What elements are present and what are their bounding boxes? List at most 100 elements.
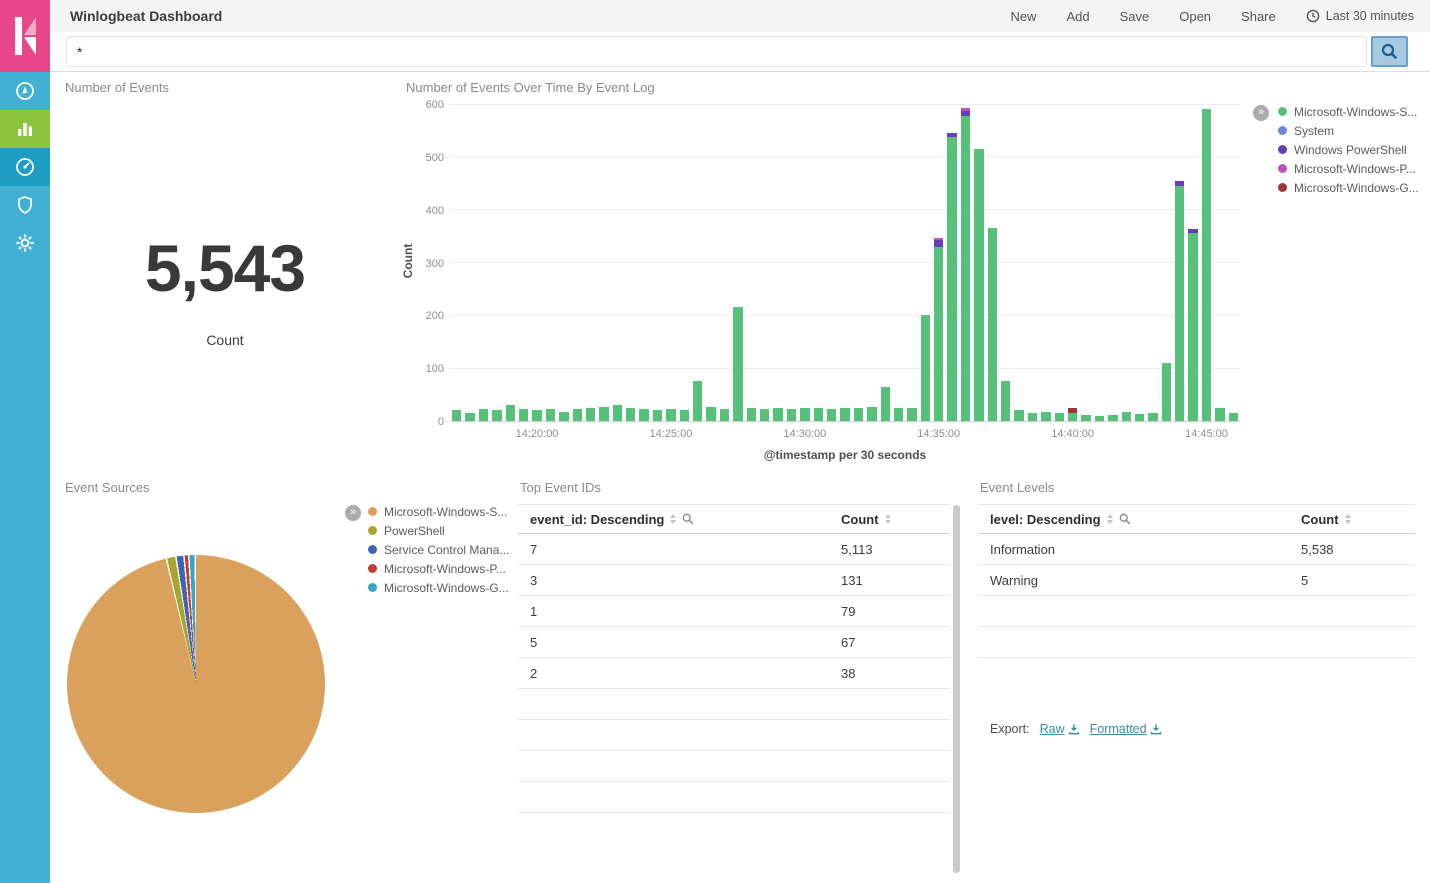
column-header-count[interactable]: Count	[1301, 512, 1339, 527]
legend-item[interactable]: Service Control Mana...	[368, 540, 509, 559]
histogram-bar[interactable]	[1041, 412, 1050, 422]
search-button[interactable]	[1371, 36, 1408, 67]
histogram-bar[interactable]	[974, 149, 983, 421]
column-header-level[interactable]: level: Descending	[990, 512, 1101, 527]
sort-icon[interactable]	[885, 514, 891, 524]
histogram-bar[interactable]	[1162, 363, 1171, 421]
legend-item[interactable]: System	[1278, 121, 1419, 140]
histogram-bar[interactable]	[1081, 415, 1090, 421]
sort-icon[interactable]	[1345, 514, 1351, 524]
histogram-bar[interactable]	[773, 408, 782, 421]
sidebar-item-settings[interactable]	[0, 224, 50, 262]
histogram-bar[interactable]	[854, 408, 863, 421]
legend-collapse-button[interactable]: »	[345, 505, 361, 521]
histogram-bar[interactable]	[867, 407, 876, 421]
histogram-bar[interactable]	[1014, 410, 1023, 421]
histogram-bar[interactable]	[1122, 412, 1131, 422]
histogram-bar[interactable]	[626, 408, 635, 421]
histogram-bar[interactable]	[961, 108, 970, 421]
histogram-bar[interactable]	[921, 315, 930, 421]
histogram-bar[interactable]	[827, 409, 836, 421]
histogram-bar[interactable]	[1108, 415, 1117, 421]
export-formatted-link[interactable]: Formatted	[1090, 722, 1162, 736]
histogram-bar[interactable]	[1068, 408, 1077, 421]
histogram-bar[interactable]	[988, 228, 997, 421]
histogram-bar[interactable]	[1028, 413, 1037, 421]
legend-item[interactable]: Microsoft-Windows-P...	[1278, 159, 1419, 178]
legend-item[interactable]: PowerShell	[368, 521, 509, 540]
menu-save-button[interactable]: Save	[1120, 9, 1150, 24]
sidebar-item-discover[interactable]	[0, 72, 50, 110]
histogram-bar[interactable]	[465, 413, 474, 422]
histogram-bar[interactable]	[733, 307, 742, 421]
histogram-bar[interactable]	[546, 409, 555, 421]
kibana-logo[interactable]	[0, 0, 50, 72]
histogram-bar[interactable]	[894, 408, 903, 421]
histogram-bar[interactable]	[720, 409, 729, 421]
histogram-bar[interactable]	[1055, 413, 1064, 421]
menu-share-button[interactable]: Share	[1241, 9, 1276, 24]
histogram-bar[interactable]	[559, 412, 568, 422]
histogram-bar[interactable]	[452, 410, 461, 421]
histogram-bar[interactable]	[787, 409, 796, 421]
column-search-icon[interactable]	[1119, 513, 1131, 525]
export-raw-link[interactable]: Raw	[1040, 722, 1080, 736]
histogram-bar[interactable]	[1175, 181, 1184, 421]
column-search-icon[interactable]	[682, 513, 694, 525]
histogram-bar[interactable]	[840, 408, 849, 421]
histogram-bar[interactable]	[760, 409, 769, 421]
histogram-bar[interactable]	[706, 407, 715, 421]
sort-icon[interactable]	[670, 514, 676, 524]
histogram-bar[interactable]	[680, 410, 689, 421]
histogram-bar[interactable]	[1188, 229, 1197, 421]
histogram-bar[interactable]	[1202, 109, 1211, 421]
histogram-bar[interactable]	[573, 409, 582, 421]
histogram-bar[interactable]	[800, 408, 809, 421]
histogram-bar[interactable]	[479, 409, 488, 421]
legend-item[interactable]: Microsoft-Windows-S...	[1278, 102, 1419, 121]
time-filter-button[interactable]: Last 30 minutes	[1306, 9, 1414, 23]
column-header-event-id[interactable]: event_id: Descending	[530, 512, 664, 527]
histogram-bar[interactable]	[599, 407, 608, 421]
histogram-bar[interactable]	[666, 409, 675, 421]
histogram-bar[interactable]	[947, 133, 956, 421]
legend-item[interactable]: Windows PowerShell	[1278, 140, 1419, 159]
sidebar-item-dashboard[interactable]	[0, 148, 50, 186]
legend-item[interactable]: Microsoft-Windows-P...	[368, 559, 509, 578]
histogram-bar[interactable]	[814, 408, 823, 421]
histogram-bar[interactable]	[747, 408, 756, 421]
histogram-bar[interactable]	[1148, 413, 1157, 421]
histogram-bar[interactable]	[586, 408, 595, 421]
legend-item[interactable]: Microsoft-Windows-S...	[368, 502, 509, 521]
histogram-bar[interactable]	[613, 405, 622, 421]
histogram-bar[interactable]	[653, 410, 662, 421]
panel-scrollbar[interactable]	[953, 505, 960, 873]
histogram-bar[interactable]	[934, 238, 943, 421]
histogram-bar[interactable]	[506, 405, 515, 421]
query-input[interactable]	[66, 36, 1367, 67]
histogram-bar[interactable]	[492, 410, 501, 421]
histogram-bar[interactable]	[693, 381, 702, 421]
histogram-bar[interactable]	[1229, 413, 1238, 421]
menu-add-button[interactable]: Add	[1066, 9, 1089, 24]
sidebar-item-plugin[interactable]	[0, 186, 50, 224]
menu-new-button[interactable]: New	[1010, 9, 1036, 24]
legend-collapse-button[interactable]: »	[1253, 105, 1269, 121]
histogram-bar[interactable]	[519, 409, 528, 421]
column-header-count[interactable]: Count	[841, 512, 879, 527]
sidebar-item-visualize[interactable]	[0, 110, 50, 148]
histogram-bar[interactable]	[907, 408, 916, 421]
legend-item[interactable]: Microsoft-Windows-G...	[368, 578, 509, 597]
sort-icon[interactable]	[1107, 514, 1113, 524]
histogram-bar[interactable]	[1215, 408, 1224, 421]
legend-item[interactable]: Microsoft-Windows-G...	[1278, 178, 1419, 197]
legend-swatch	[368, 507, 377, 516]
histogram-bar[interactable]	[881, 387, 890, 421]
histogram-bar[interactable]	[1001, 381, 1010, 421]
histogram-bar[interactable]	[1135, 414, 1144, 421]
histogram-bar[interactable]	[639, 409, 648, 421]
histogram-bar[interactable]	[532, 410, 541, 421]
event-sources-pie[interactable]	[67, 555, 325, 813]
menu-open-button[interactable]: Open	[1179, 9, 1211, 24]
histogram-bar[interactable]	[1095, 416, 1104, 421]
